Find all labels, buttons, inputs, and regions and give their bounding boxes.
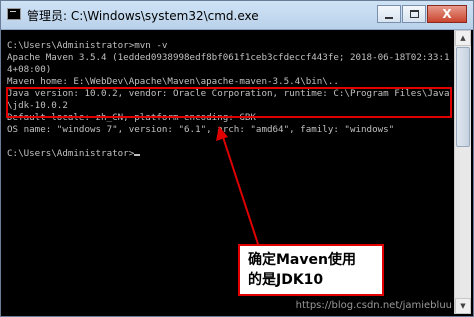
watermark: https://blog.csdn.net/jamiebluu [295, 300, 452, 311]
annotation-arrow [216, 126, 259, 245]
callout-text-line-1: 确定Maven使用 [248, 252, 356, 268]
arrow-head [216, 126, 228, 141]
callout-text-line-2: 的是JDK10 [248, 272, 324, 288]
arrow-shaft [221, 133, 259, 245]
annotation-callout: 确定Maven使用 的是JDK10 [238, 244, 384, 296]
